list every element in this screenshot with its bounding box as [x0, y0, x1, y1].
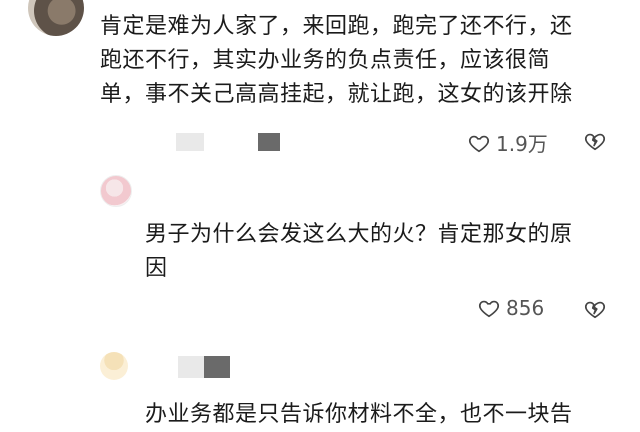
comment-text: 男子为什么会发这么大的火？肯定那女的原 因 — [145, 222, 573, 281]
comment-text: 肯定是难为人家了，来回跑，跑完了还不行，还 跑还不行，其实办业务的负点责任，应该… — [100, 14, 573, 107]
redacted-meta — [258, 133, 280, 151]
redacted-username — [204, 356, 230, 378]
dislike-broken-heart-icon[interactable] — [584, 130, 606, 152]
avatar[interactable] — [100, 175, 132, 207]
like-heart-icon — [468, 135, 490, 152]
redacted-username — [178, 356, 206, 378]
avatar[interactable] — [100, 352, 128, 380]
dislike-broken-heart-icon[interactable] — [584, 298, 606, 320]
like-button[interactable]: 1.9万 — [468, 128, 548, 157]
like-count: 856 — [506, 296, 545, 320]
like-heart-icon — [478, 300, 500, 318]
like-button[interactable]: 856 — [478, 296, 544, 320]
redacted-meta — [176, 133, 204, 151]
comment-text: 办业务都是只告诉你材料不全，也不一块告 — [145, 402, 573, 427]
like-count: 1.9万 — [496, 132, 548, 156]
avatar[interactable] — [28, 0, 84, 36]
